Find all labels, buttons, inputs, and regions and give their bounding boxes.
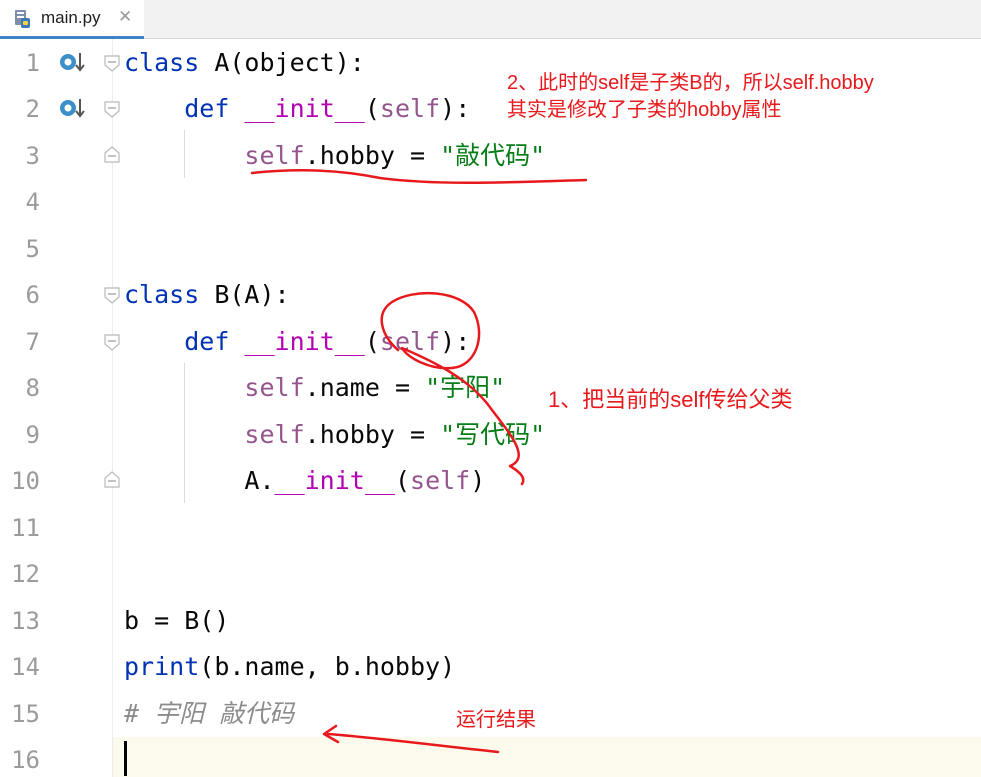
fold-open-icon[interactable] xyxy=(104,53,120,75)
tab-main-py[interactable]: main.py ✕ xyxy=(0,0,144,39)
line-number: 7 xyxy=(25,328,40,356)
code-line-10: A.__init__(self) xyxy=(124,466,485,496)
self-ref: self xyxy=(244,141,305,170)
code-line-13: b = B() xyxy=(124,606,230,635)
code-line-6: class B(A): xyxy=(124,280,290,310)
assignment: .name = xyxy=(304,373,426,402)
line-number: 11 xyxy=(11,514,40,542)
fold-close-icon[interactable] xyxy=(104,143,120,165)
self-param: self xyxy=(379,94,441,123)
fold-open-icon[interactable] xyxy=(104,285,120,307)
fold-open-icon[interactable] xyxy=(104,99,120,121)
keyword: def xyxy=(184,94,230,123)
line-number: 16 xyxy=(11,746,40,774)
line-number: 4 xyxy=(25,188,40,216)
editor-tab-bar: main.py ✕ xyxy=(0,0,981,39)
self-arg: self xyxy=(410,466,471,495)
annotation-note-2-line-1: 2、此时的self是子类B的，所以self.hobby xyxy=(507,72,874,94)
fold-open-icon[interactable] xyxy=(104,332,120,354)
current-line-highlight xyxy=(113,737,981,777)
paren: ( xyxy=(394,466,411,495)
annotation-note-1: 1、把当前的self传给父类 xyxy=(548,387,793,412)
dunder-name: __init__ xyxy=(274,466,395,495)
paren: ): xyxy=(440,94,471,123)
keyword: class xyxy=(124,48,200,77)
class-signature: A(object): xyxy=(199,48,365,77)
line-number: 9 xyxy=(25,421,40,449)
line-number: 10 xyxy=(11,467,40,495)
overridden-method-icon[interactable] xyxy=(58,50,86,76)
string-literal: "写代码" xyxy=(440,420,546,449)
text-caret xyxy=(124,741,127,776)
code-line-15: # 宇阳 敲代码 xyxy=(124,699,295,728)
fold-close-icon[interactable] xyxy=(104,468,120,490)
self-ref: self xyxy=(244,373,305,402)
code-line-1: class A(object): xyxy=(124,48,365,78)
builtin-function: print xyxy=(124,652,200,681)
annotation-note-2-line-2: 其实是修改了子类的hobby属性 xyxy=(507,99,782,121)
code-line-8: self.name = "宇阳" xyxy=(124,373,505,403)
annotation-result: 运行结果 xyxy=(456,709,536,731)
line-number: 5 xyxy=(25,235,40,263)
line-number: 8 xyxy=(25,374,40,402)
keyword: class xyxy=(124,280,200,309)
keyword: def xyxy=(184,327,230,356)
paren: ( xyxy=(364,94,380,123)
paren: ( xyxy=(364,327,380,356)
string-literal: "宇阳" xyxy=(425,373,506,402)
paren: ) xyxy=(470,466,486,495)
class-ref: A. xyxy=(244,466,275,495)
line-number: 15 xyxy=(11,700,40,728)
self-ref: self xyxy=(244,420,305,449)
close-icon[interactable]: ✕ xyxy=(118,7,132,27)
code-line-3: self.hobby = "敲代码" xyxy=(124,141,545,171)
assignment: .hobby = xyxy=(304,420,441,449)
class-signature: B(A): xyxy=(199,280,290,309)
code-line-14: print(b.name, b.hobby) xyxy=(124,652,455,682)
code-line-9: self.hobby = "写代码" xyxy=(124,420,545,450)
dunder-name: __init__ xyxy=(244,327,365,356)
line-number: 13 xyxy=(11,607,40,635)
tab-filename: main.py xyxy=(41,8,101,27)
line-number: 1 xyxy=(25,49,40,77)
line-number: 2 xyxy=(25,95,40,123)
assignment: .hobby = xyxy=(304,141,441,170)
code-line-2: def __init__(self): xyxy=(124,94,470,124)
editor-gutter: 1 2 3 4 5 6 7 8 9 10 11 12 13 14 15 16 xyxy=(0,39,112,777)
line-number: 12 xyxy=(11,560,40,588)
line-number: 3 xyxy=(25,142,40,170)
self-param: self xyxy=(379,327,441,356)
python-file-icon xyxy=(15,10,30,28)
call-args: (b.name, b.hobby) xyxy=(199,652,456,681)
underline-stroke xyxy=(250,169,588,185)
dunder-name: __init__ xyxy=(244,94,365,123)
paren: ): xyxy=(440,327,471,356)
line-number: 6 xyxy=(25,281,40,309)
string-literal: "敲代码" xyxy=(440,141,546,170)
overridden-method-icon[interactable] xyxy=(58,96,86,122)
code-line-7: def __init__(self): xyxy=(124,327,470,357)
line-number: 14 xyxy=(11,653,40,681)
